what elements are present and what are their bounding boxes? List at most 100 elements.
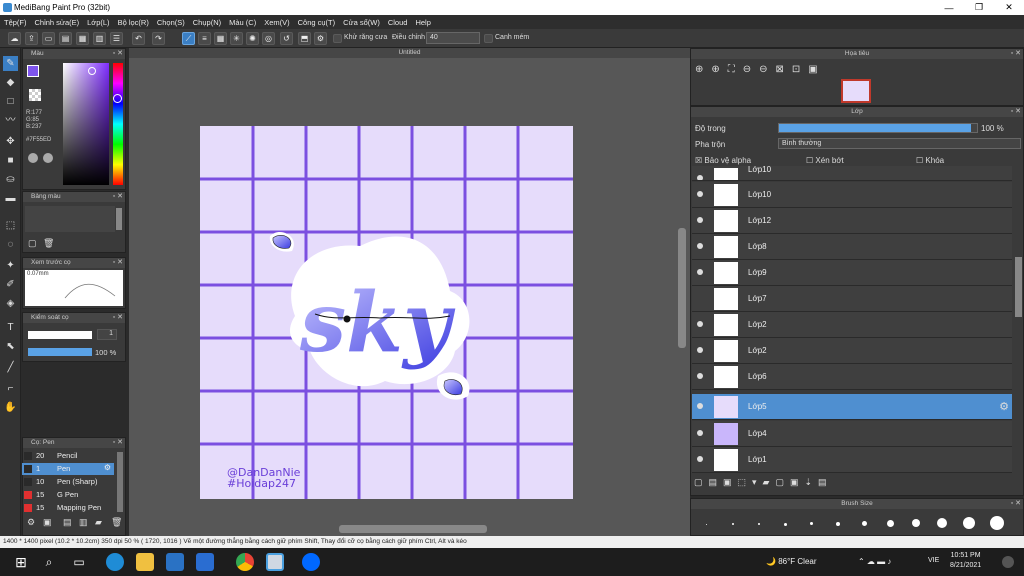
settings-icon[interactable]: ⚙	[314, 32, 327, 45]
layer-row[interactable]: Lớp7	[692, 286, 1012, 312]
brush-add-icon[interactable]: ⚙	[27, 517, 35, 528]
protect-alpha-checkbox[interactable]: ☒ Bảo vệ alpha	[695, 156, 751, 165]
size-dot[interactable]	[862, 521, 867, 526]
grid-ruler-icon[interactable]: ▦	[214, 32, 227, 45]
layer-scrollbar[interactable]	[1015, 257, 1022, 317]
minimize-button[interactable]: —	[934, 0, 964, 15]
drawing-canvas[interactable]: sky @DanDanNie #Hoidap247	[200, 126, 573, 499]
lasso-icon[interactable]: ◌	[3, 237, 18, 252]
menu-cloud[interactable]: Cloud	[384, 18, 412, 27]
eye-icon[interactable]	[697, 456, 703, 462]
adjust-select[interactable]: 40	[426, 32, 480, 44]
layer-row[interactable]: Lớp4	[692, 421, 1012, 447]
layer-row[interactable]: Lớp1	[692, 447, 1012, 473]
clip-checkbox[interactable]: ☐ Xén bớt	[806, 156, 844, 165]
brush-copy-icon[interactable]: ▤	[63, 517, 72, 528]
list-icon[interactable]: ☰	[110, 32, 123, 45]
brush-item-selected[interactable]: 1 Pen ⚙	[22, 463, 114, 475]
close-button[interactable]: ✕	[994, 0, 1024, 15]
dot-tool-icon[interactable]: □	[3, 94, 18, 109]
layer-settings-icon[interactable]: ⚙	[999, 400, 1009, 413]
menu-file[interactable]: Tệp(F)	[0, 18, 31, 27]
snap-checkbox[interactable]	[484, 34, 493, 43]
undo-button[interactable]: ↶	[132, 32, 145, 45]
color-bar-swatches[interactable]	[25, 206, 115, 232]
menu-snap[interactable]: Chụp(N)	[189, 18, 225, 27]
document-tab[interactable]: Untitled	[129, 48, 690, 58]
hand-icon[interactable]: ✋	[3, 400, 18, 415]
saturation-value-box[interactable]	[63, 63, 109, 185]
size-dot[interactable]	[836, 522, 840, 526]
parallel-ruler-icon[interactable]: ≡	[198, 32, 211, 45]
move-icon[interactable]: ✥	[3, 134, 18, 149]
navigator-thumbnail[interactable]	[841, 79, 871, 103]
chrome-icon[interactable]	[236, 553, 254, 571]
menu-select[interactable]: Chọn(S)	[153, 18, 189, 27]
primary-color-swatch[interactable]	[27, 65, 39, 77]
layer-row[interactable]: Lớp2	[692, 338, 1012, 364]
eraser-icon[interactable]: ◆	[3, 75, 18, 90]
eye-icon[interactable]	[697, 243, 703, 249]
edge-icon[interactable]	[106, 553, 124, 571]
divide-tool-icon[interactable]: ╱	[3, 360, 18, 375]
layer-opacity-slider[interactable]	[778, 123, 978, 133]
bucket-icon[interactable]: ⛀	[3, 172, 18, 187]
share-icon[interactable]: ⇪	[25, 32, 38, 45]
medibang-icon[interactable]	[266, 553, 284, 571]
comment-icon[interactable]: ▭	[42, 32, 55, 45]
brush-item[interactable]: 15 G Pen	[22, 489, 114, 501]
layer-action-icons[interactable]: ▢▤▣⬚▾▰▢▣⇣▤	[694, 477, 833, 488]
menu-tool[interactable]: Công cụ(T)	[294, 18, 340, 27]
size-dot[interactable]	[937, 518, 947, 528]
menu-edit[interactable]: Chỉnh sửa(E)	[31, 18, 84, 27]
transparent-swatch[interactable]	[29, 89, 41, 101]
size-dot[interactable]	[706, 524, 707, 525]
fill-rect-icon[interactable]: ■	[3, 153, 18, 168]
cloud-icon[interactable]: ☁	[8, 32, 21, 45]
ruler-icon[interactable]: ⟋	[182, 32, 195, 45]
weather-text[interactable]: 🌙 86°F Clear	[766, 557, 817, 566]
layer-row[interactable]: Lớp9	[692, 260, 1012, 286]
hue-cursor[interactable]	[113, 94, 122, 103]
layer-row[interactable]: Lớp12	[692, 208, 1012, 234]
notification-icon[interactable]	[1002, 556, 1014, 568]
hue-slider[interactable]	[113, 63, 123, 185]
maximize-button[interactable]: ❐	[964, 0, 994, 15]
file-explorer-icon[interactable]	[136, 553, 154, 571]
language-indicator[interactable]: VIE	[928, 557, 939, 564]
color-bar-scrollbar[interactable]	[116, 208, 122, 230]
curve-ruler-icon[interactable]: ↺	[280, 32, 293, 45]
layer-row[interactable]: Lớp10	[692, 182, 1012, 208]
size-dot[interactable]	[912, 519, 920, 527]
redo-button[interactable]: ↷	[152, 32, 165, 45]
menu-help[interactable]: Help	[411, 18, 434, 27]
size-dot[interactable]	[732, 523, 734, 525]
lock-checkbox[interactable]: ☐ Khóa	[916, 156, 944, 165]
zalo-icon[interactable]	[302, 553, 320, 571]
text-tool-icon[interactable]: T	[3, 320, 18, 335]
brush-size-slider[interactable]	[28, 331, 92, 339]
brush-list-scrollbar[interactable]	[117, 452, 123, 512]
select-eraser-icon[interactable]: ◈	[3, 296, 18, 311]
size-dot[interactable]	[784, 523, 787, 526]
size-dot[interactable]	[758, 523, 760, 525]
layer-row[interactable]: Lớp2	[692, 312, 1012, 338]
frame-icon[interactable]: ▦	[76, 32, 89, 45]
select-pen-icon[interactable]: ✐	[3, 277, 18, 292]
search-icon[interactable]: ⌕	[40, 553, 58, 571]
antialias-checkbox[interactable]	[333, 34, 342, 43]
sv-cursor[interactable]	[88, 67, 96, 75]
store-icon[interactable]	[166, 553, 184, 571]
menu-view[interactable]: Xem(V)	[260, 18, 293, 27]
eye-icon[interactable]	[697, 321, 703, 327]
canvas-hscroll[interactable]	[339, 525, 487, 533]
select-icon[interactable]: ⬚	[3, 218, 18, 233]
panel-icon[interactable]: ▥	[93, 32, 106, 45]
eye-icon[interactable]	[697, 373, 703, 379]
layer-row-selected[interactable]: Lớp5 ⚙	[692, 394, 1012, 420]
brush-item[interactable]: 15 Mapping Pen	[22, 502, 114, 514]
operation-icon[interactable]: ⬉	[3, 339, 18, 354]
brush-settings-icon[interactable]: ⚙	[104, 463, 111, 472]
pen-tool-icon[interactable]: ✎	[3, 56, 18, 71]
brush-size-value[interactable]: 1	[97, 329, 117, 340]
